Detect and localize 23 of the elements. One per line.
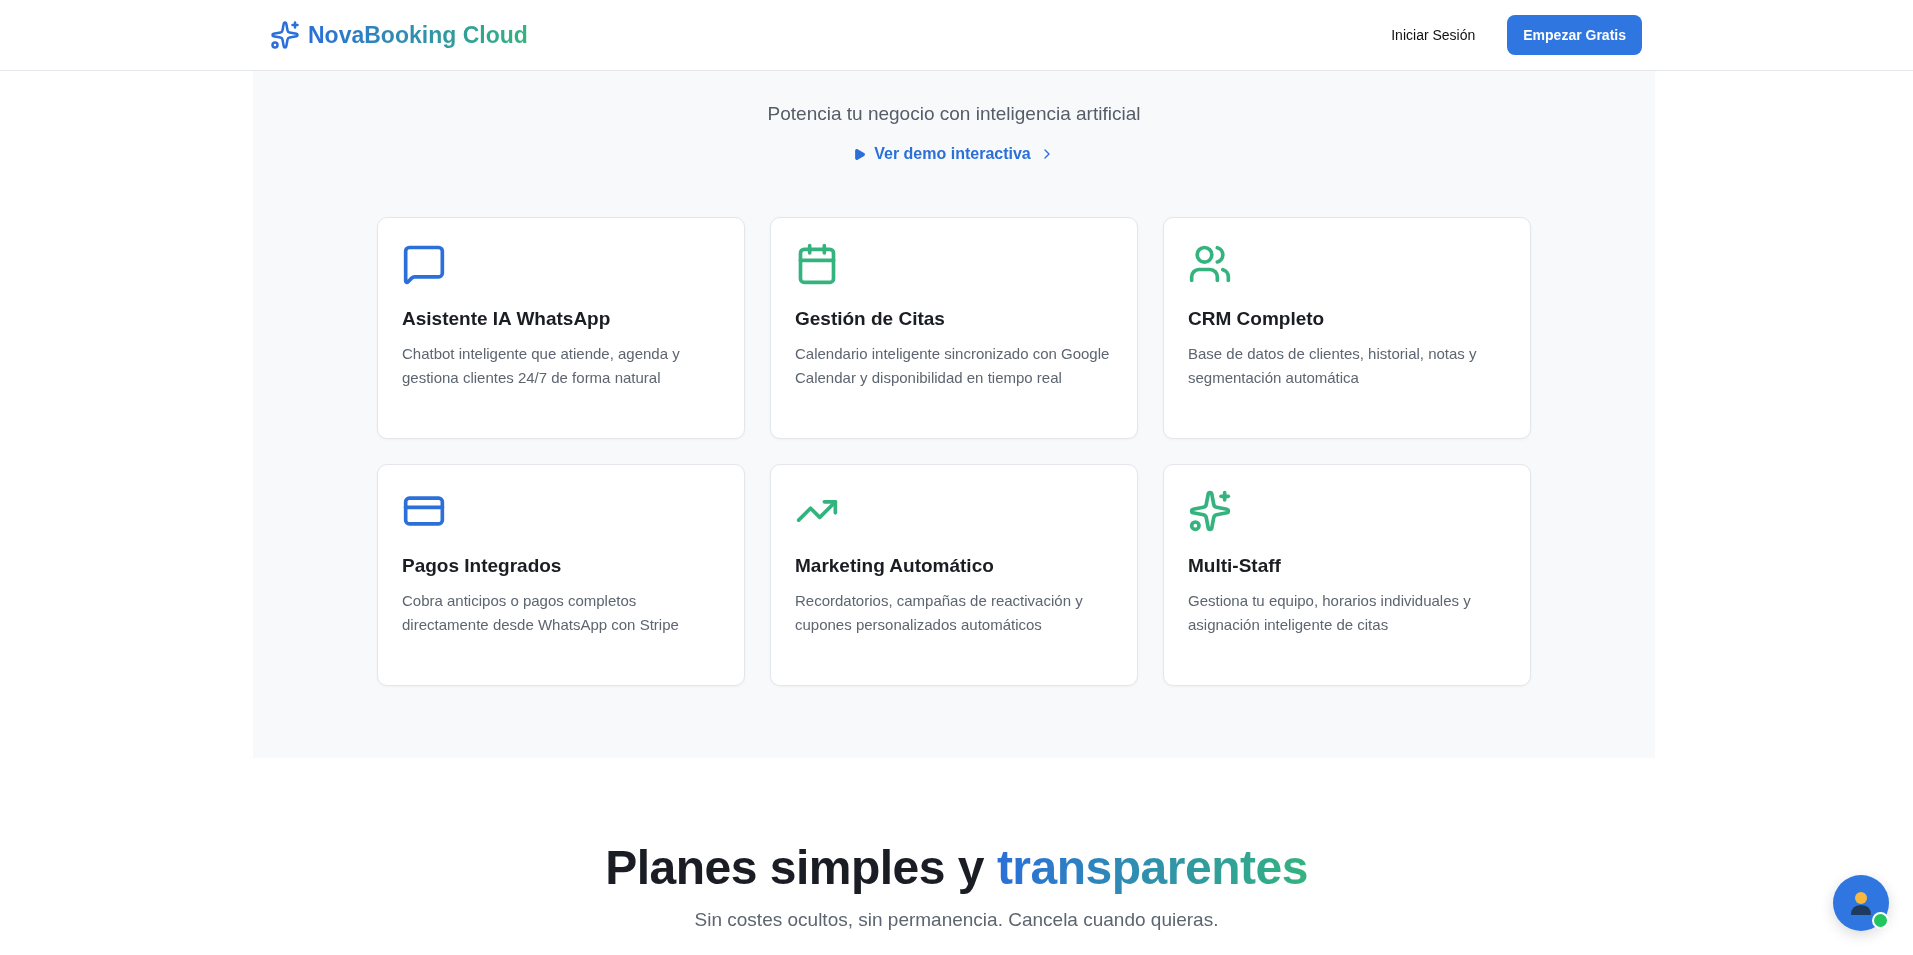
feature-description: Recordatorios, campañas de reactivación y cupones personalizados automáticos — [795, 591, 1084, 635]
features-subtitle: Potencia tu negocio con inteligencia artificial — [767, 103, 1141, 125]
feature-title: Marketing Automático — [795, 555, 995, 577]
feature-description: Chatbot inteligente que atiende, agenda y gestiona clientes 24/7 de forma natural — [402, 344, 681, 388]
feature-description: Calendario inteligente sincronizado con Google Calendar y disponibilidad en tiempo real — [795, 344, 1111, 388]
feature-title: CRM Completo — [1188, 308, 1326, 330]
demo-link[interactable]: Ver demo interactiva — [853, 145, 1055, 163]
feature-description: Gestiona tu equipo, horarios individuales y asignación inteligente de citas — [1188, 591, 1472, 635]
play-icon — [853, 147, 867, 161]
pricing-subtitle: Sin costes ocultos, sin permanencia. Cancela cuando quieras. — [694, 909, 1219, 931]
signup-button[interactable]: Empezar Gratis — [1507, 15, 1642, 55]
feature-title: Asistente IA WhatsApp — [402, 308, 612, 330]
pricing-heading: Planes simples y transparentes — [605, 840, 1308, 895]
feature-description: Base de datos de clientes, historial, notas y segmentación automática — [1188, 344, 1478, 388]
sparkles-icon — [1188, 489, 1232, 533]
login-link[interactable]: Iniciar Sesión — [1391, 27, 1476, 43]
feature-title: Gestión de Citas — [795, 308, 946, 330]
feature-description: Cobra anticipos o pagos completos directamente desde WhatsApp con Stripe — [402, 591, 680, 635]
feature-title: Multi-Staff — [1188, 555, 1282, 577]
feature-title: Pagos Integrados — [402, 555, 563, 577]
chat-widget-button[interactable] — [1833, 875, 1889, 931]
sparkles-icon — [270, 20, 300, 50]
person-icon — [1850, 891, 1872, 915]
